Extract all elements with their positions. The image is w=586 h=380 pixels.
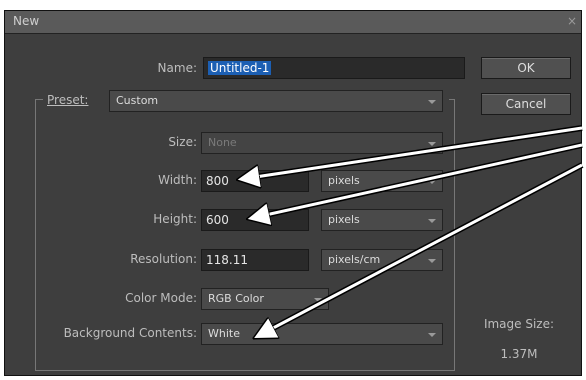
annotation-arrows [0, 125, 584, 380]
arrow-to-height [252, 142, 583, 218]
arrow-to-background-contents [258, 162, 584, 336]
